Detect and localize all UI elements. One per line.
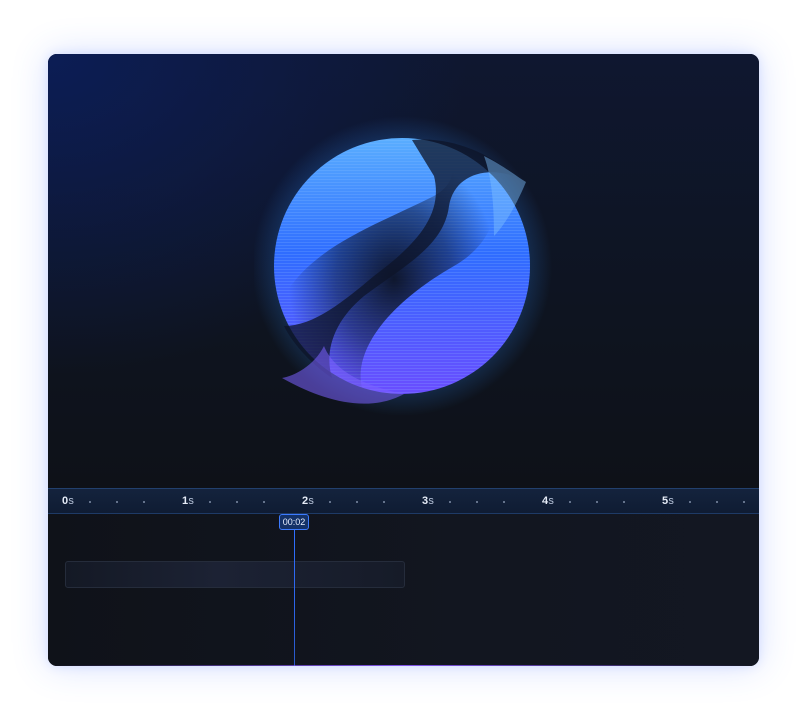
minor-tick: [263, 501, 265, 503]
minor-tick: [623, 501, 625, 503]
track-area[interactable]: [48, 514, 759, 666]
minor-tick: [116, 501, 118, 503]
minor-tick: [356, 501, 358, 503]
minor-tick: [689, 501, 691, 503]
minor-tick: [209, 501, 211, 503]
minor-tick: [596, 501, 598, 503]
editor-window: 0s 1s 2s 3s 4s 5s 00:02: [48, 54, 759, 666]
timeline-clip[interactable]: [65, 561, 405, 588]
minor-tick: [476, 501, 478, 503]
minor-tick: [236, 501, 238, 503]
minor-tick: [503, 501, 505, 503]
minor-tick: [743, 501, 745, 503]
bottom-glow-edge: [48, 665, 759, 666]
minor-tick: [383, 501, 385, 503]
time-ruler[interactable]: 0s 1s 2s 3s 4s 5s: [48, 488, 759, 514]
tick-label-4: 4s: [542, 495, 555, 507]
preview-canvas[interactable]: [48, 54, 759, 488]
tick-label-5: 5s: [662, 495, 675, 507]
tick-label-2: 2s: [302, 495, 315, 507]
minor-tick: [89, 501, 91, 503]
minor-tick: [143, 501, 145, 503]
tick-label-3: 3s: [422, 495, 435, 507]
minor-tick: [329, 501, 331, 503]
tick-label-1: 1s: [182, 495, 195, 507]
minor-tick: [716, 501, 718, 503]
playhead-time-badge[interactable]: 00:02: [279, 514, 309, 530]
swirl-orb-artwork: [254, 116, 552, 416]
playhead-line[interactable]: [294, 530, 295, 666]
minor-tick: [449, 501, 451, 503]
minor-tick: [569, 501, 571, 503]
tick-label-0: 0s: [62, 495, 75, 507]
